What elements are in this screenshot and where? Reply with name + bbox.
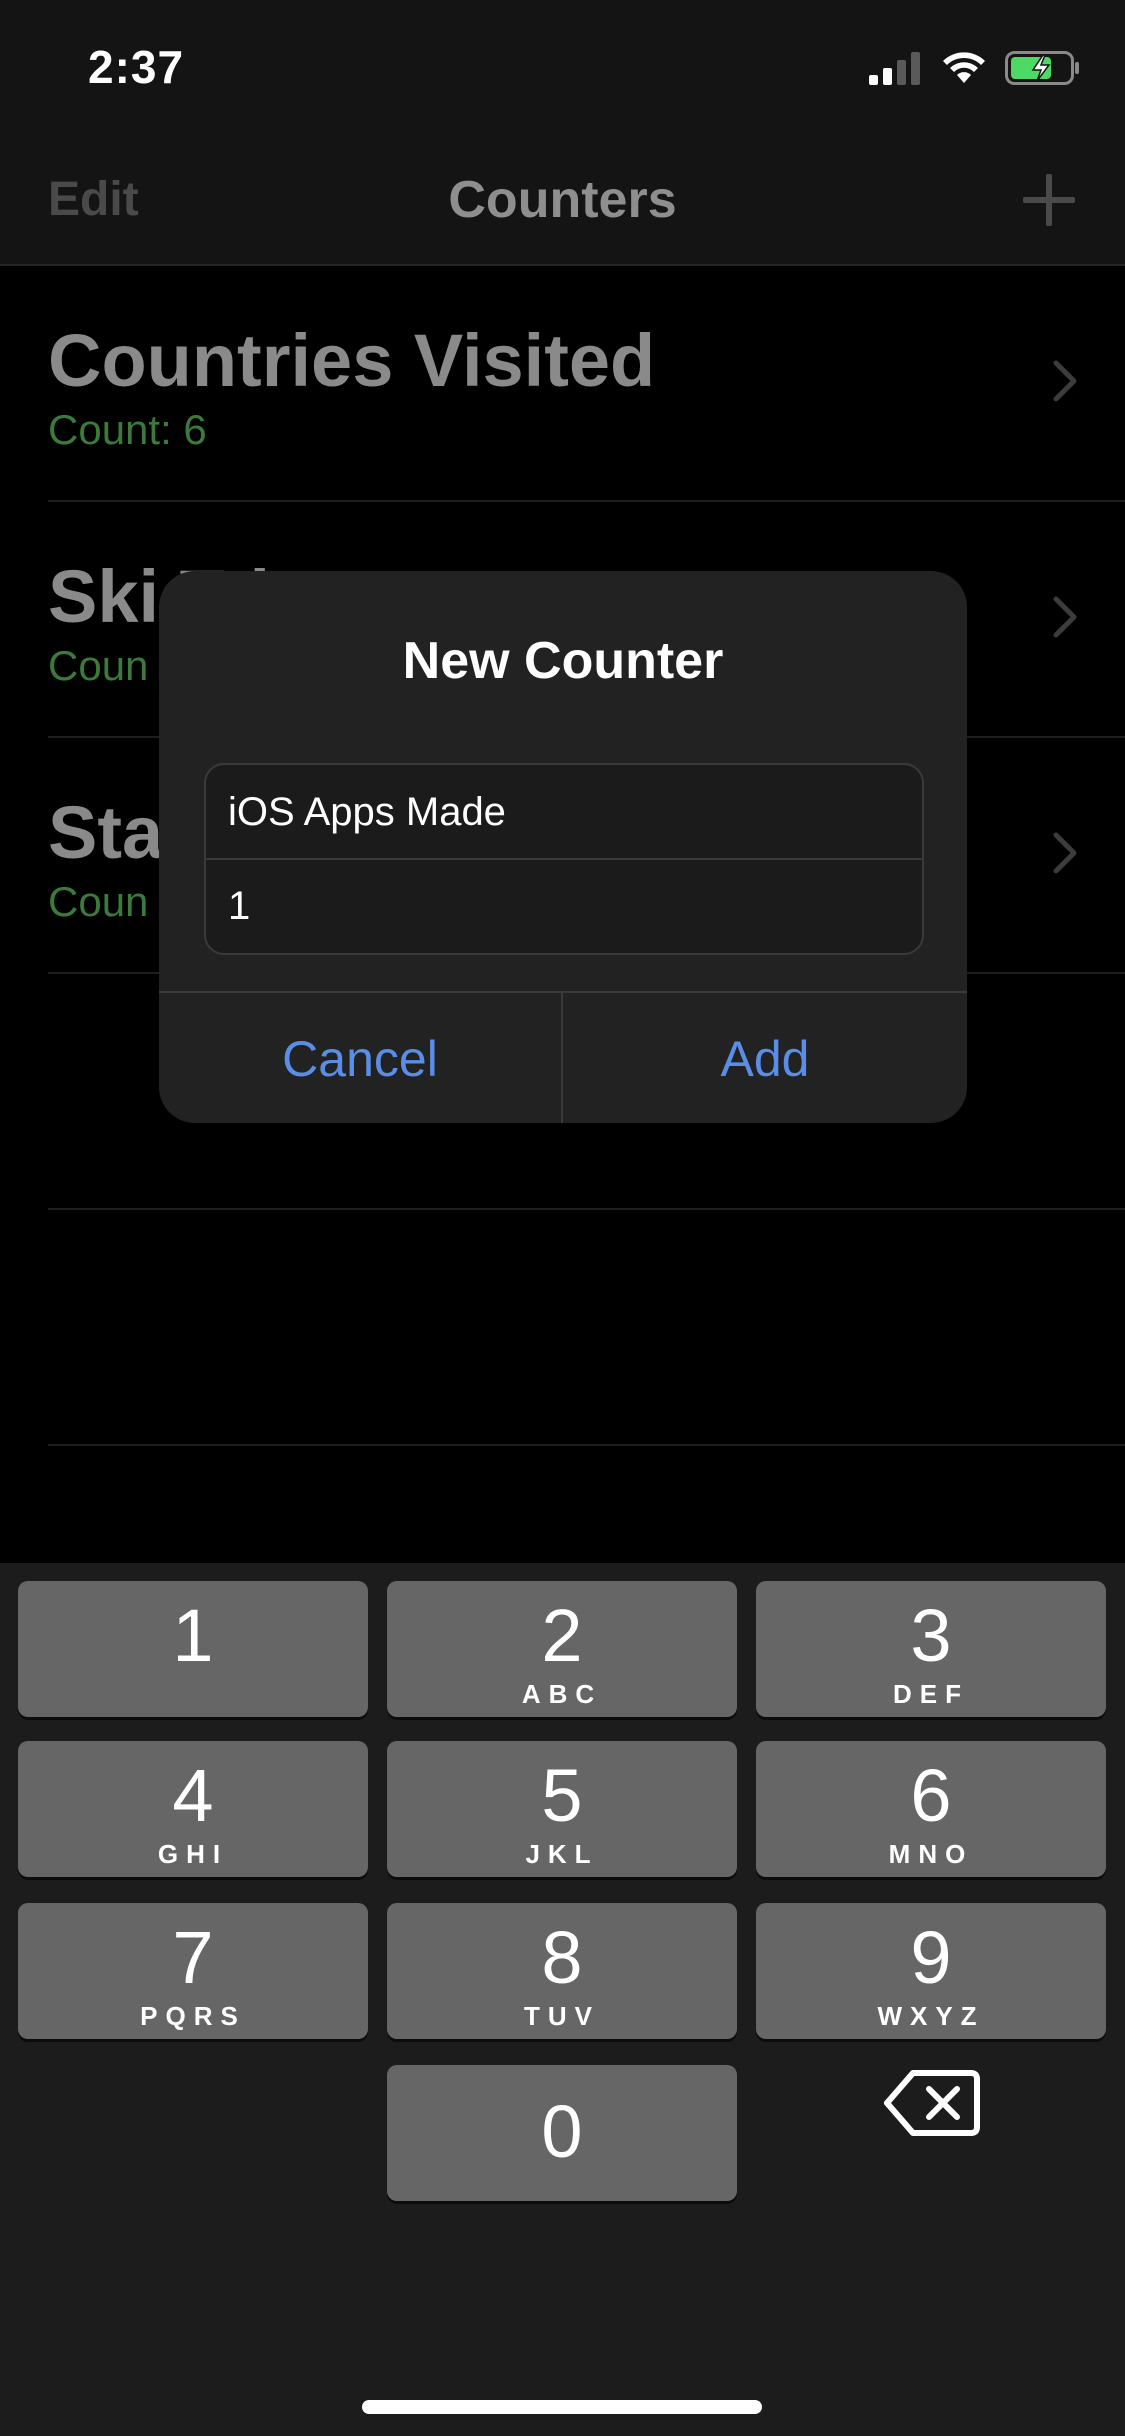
wifi-icon — [943, 52, 985, 83]
key-4[interactable]: 4 GHI — [18, 1741, 368, 1877]
counter-name-field — [206, 765, 922, 859]
key-digit: 2 — [541, 1594, 583, 1677]
key-letters: PQRS — [140, 2001, 246, 2031]
counter-name-input[interactable] — [206, 789, 908, 835]
key-digit: 0 — [541, 2090, 583, 2173]
key-letters: GHI — [157, 1839, 229, 1869]
key-digit: 4 — [172, 1754, 214, 1837]
list-item[interactable]: Countries Visited Count: 6 — [0, 266, 1125, 502]
counter-title: Sta — [48, 791, 164, 874]
key-digit: 3 — [910, 1594, 952, 1677]
key-9[interactable]: 9 WXYZ — [756, 1903, 1106, 2039]
key-6[interactable]: 6 MNO — [756, 1741, 1106, 1877]
key-digit: 5 — [541, 1754, 583, 1837]
key-digit: 6 — [910, 1754, 952, 1837]
key-letters: ABC — [521, 1679, 603, 1709]
key-5[interactable]: 5 JKL — [387, 1741, 737, 1877]
key-7[interactable]: 7 PQRS — [18, 1903, 368, 2039]
chevron-right-icon — [1053, 832, 1077, 874]
divider — [48, 1444, 1125, 1446]
key-digit: 9 — [910, 1916, 952, 1999]
new-counter-dialog: New Counter Cancel Add — [159, 571, 967, 1123]
key-letters: DEF — [893, 1679, 969, 1709]
app-screen: 2:37 Edit Counters Countries Visited Cou… — [0, 0, 1125, 2436]
numeric-keyboard: 1 2 ABC 3 DEF 4 GHI 5 JKL 6 MNO 7 PQRS 8 — [0, 1563, 1125, 2436]
dialog-fields — [204, 763, 924, 955]
key-2[interactable]: 2 ABC — [387, 1581, 737, 1717]
chevron-right-icon — [1053, 596, 1077, 638]
key-digit: 7 — [172, 1916, 214, 1999]
counter-title: Countries Visited — [48, 319, 656, 402]
key-letters: JKL — [525, 1839, 599, 1869]
key-digit: 8 — [541, 1916, 583, 1999]
status-bar: 2:37 — [0, 0, 1125, 132]
battery-charging-icon — [1005, 51, 1079, 85]
counter-value-input[interactable] — [206, 883, 908, 929]
dialog-title: New Counter — [402, 632, 724, 690]
backspace-icon[interactable] — [881, 2063, 981, 2143]
page-title: Counters — [448, 171, 677, 229]
status-icons — [869, 48, 1081, 88]
status-time: 2:37 — [88, 41, 185, 93]
key-1[interactable]: 1 — [18, 1581, 368, 1717]
key-letters: WXYZ — [877, 2001, 985, 2031]
key-letters: MNO — [888, 1839, 974, 1869]
key-0[interactable]: 0 — [387, 2065, 737, 2201]
counter-count: Coun — [48, 642, 149, 689]
key-3[interactable]: 3 DEF — [756, 1581, 1106, 1717]
counter-count: Count: 6 — [48, 406, 207, 453]
key-8[interactable]: 8 TUV — [387, 1903, 737, 2039]
counter-value-field — [206, 859, 922, 953]
empty-row — [0, 1210, 1125, 1446]
add-button[interactable]: Add — [563, 993, 967, 1123]
cancel-button[interactable]: Cancel — [159, 993, 563, 1123]
counter-count: Coun — [48, 878, 149, 925]
key-digit: 1 — [172, 1594, 214, 1677]
cellular-signal-icon — [869, 52, 920, 85]
key-letters: TUV — [524, 2001, 600, 2031]
plus-icon[interactable] — [1021, 172, 1077, 228]
home-indicator — [362, 2400, 762, 2414]
navigation-bar: Edit Counters — [0, 132, 1125, 266]
dialog-actions: Cancel Add — [159, 991, 967, 1123]
chevron-right-icon — [1053, 360, 1077, 402]
